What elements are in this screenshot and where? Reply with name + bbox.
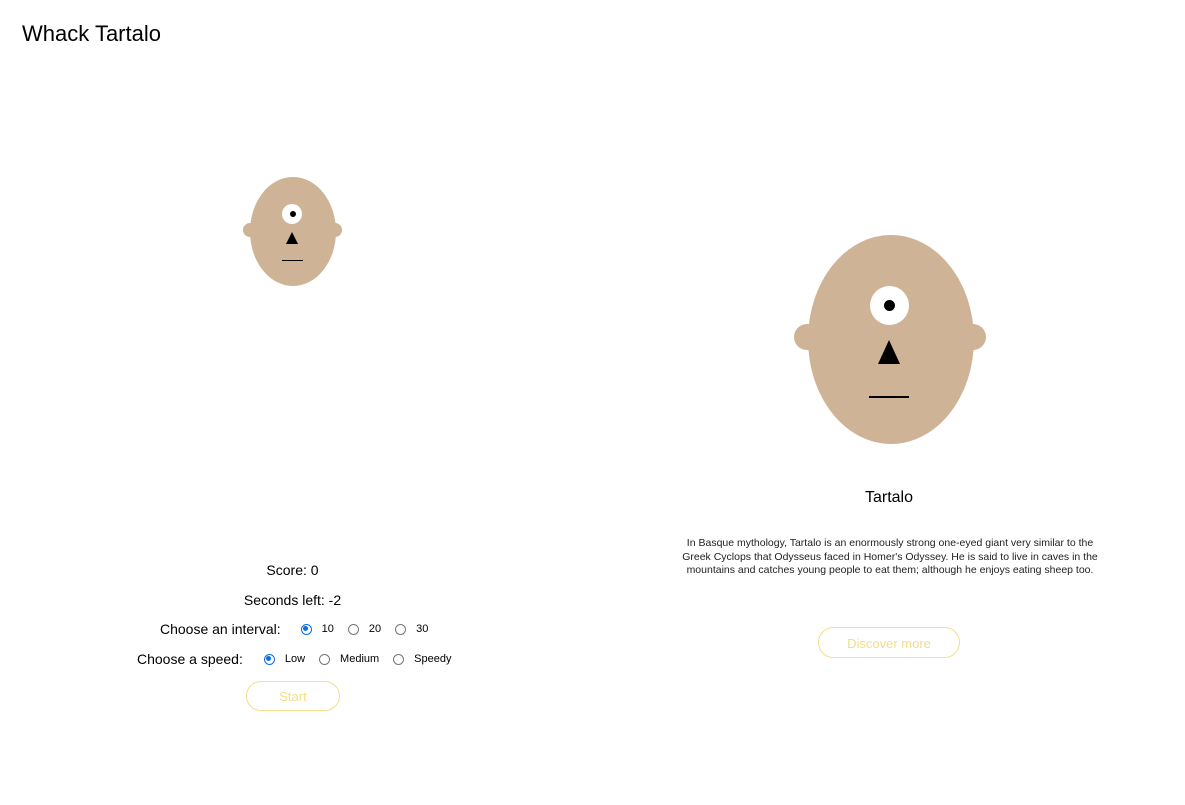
interval-radio-20[interactable]	[347, 623, 359, 635]
seconds-left-text: Seconds left: -2	[243, 592, 342, 608]
interval-radio-30[interactable]	[395, 623, 407, 635]
speed-option-medium[interactable]: Medium	[319, 653, 379, 665]
pupil	[884, 300, 895, 311]
pupil	[290, 211, 296, 217]
interval-option-10[interactable]: 10	[300, 623, 334, 635]
interval-label: Choose an interval:	[160, 621, 281, 637]
speed-radio-speedy[interactable]	[393, 653, 405, 665]
interval-option-label: 20	[368, 623, 382, 635]
tartalo-target[interactable]	[243, 177, 342, 286]
interval-radio-10[interactable]	[300, 623, 312, 635]
speed-option-label: Low	[284, 653, 306, 665]
interval-option-20[interactable]: 20	[347, 623, 382, 635]
page: Whack Tartalo Score: 0 Seconds left: -2 …	[0, 0, 1185, 805]
speed-radio-low[interactable]	[263, 653, 275, 665]
tartalo-illustration	[794, 235, 986, 444]
nose	[286, 232, 298, 244]
interval-option-30[interactable]: 30	[395, 623, 428, 635]
speed-selector: Choose a speed: Low Medium Speedy	[137, 649, 465, 669]
interval-option-label: 30	[416, 623, 429, 635]
mouth	[869, 396, 909, 398]
speed-radio-medium[interactable]	[319, 653, 331, 665]
score-text: Score: 0	[266, 562, 319, 578]
interval-radio-group: 10 20 30	[300, 623, 443, 635]
info-description: In Basque mythology, Tartalo is an enorm…	[682, 537, 1098, 576]
mouth	[282, 260, 303, 261]
speed-option-label: Medium	[340, 653, 380, 665]
discover-more-button[interactable]: Discover more	[818, 627, 960, 658]
speed-option-low[interactable]: Low	[263, 653, 306, 665]
speed-label: Choose a speed:	[137, 651, 243, 667]
speed-option-label: Speedy	[414, 653, 452, 665]
info-title: Tartalo	[864, 489, 914, 506]
speed-option-speedy[interactable]: Speedy	[393, 653, 451, 665]
app-title: Whack Tartalo	[22, 21, 161, 46]
speed-radio-group: Low Medium Speedy	[263, 653, 466, 665]
start-button[interactable]: Start	[246, 681, 340, 711]
interval-option-label: 10	[321, 623, 334, 635]
interval-selector: Choose an interval: 10 20 30	[160, 619, 442, 639]
nose	[878, 340, 900, 364]
